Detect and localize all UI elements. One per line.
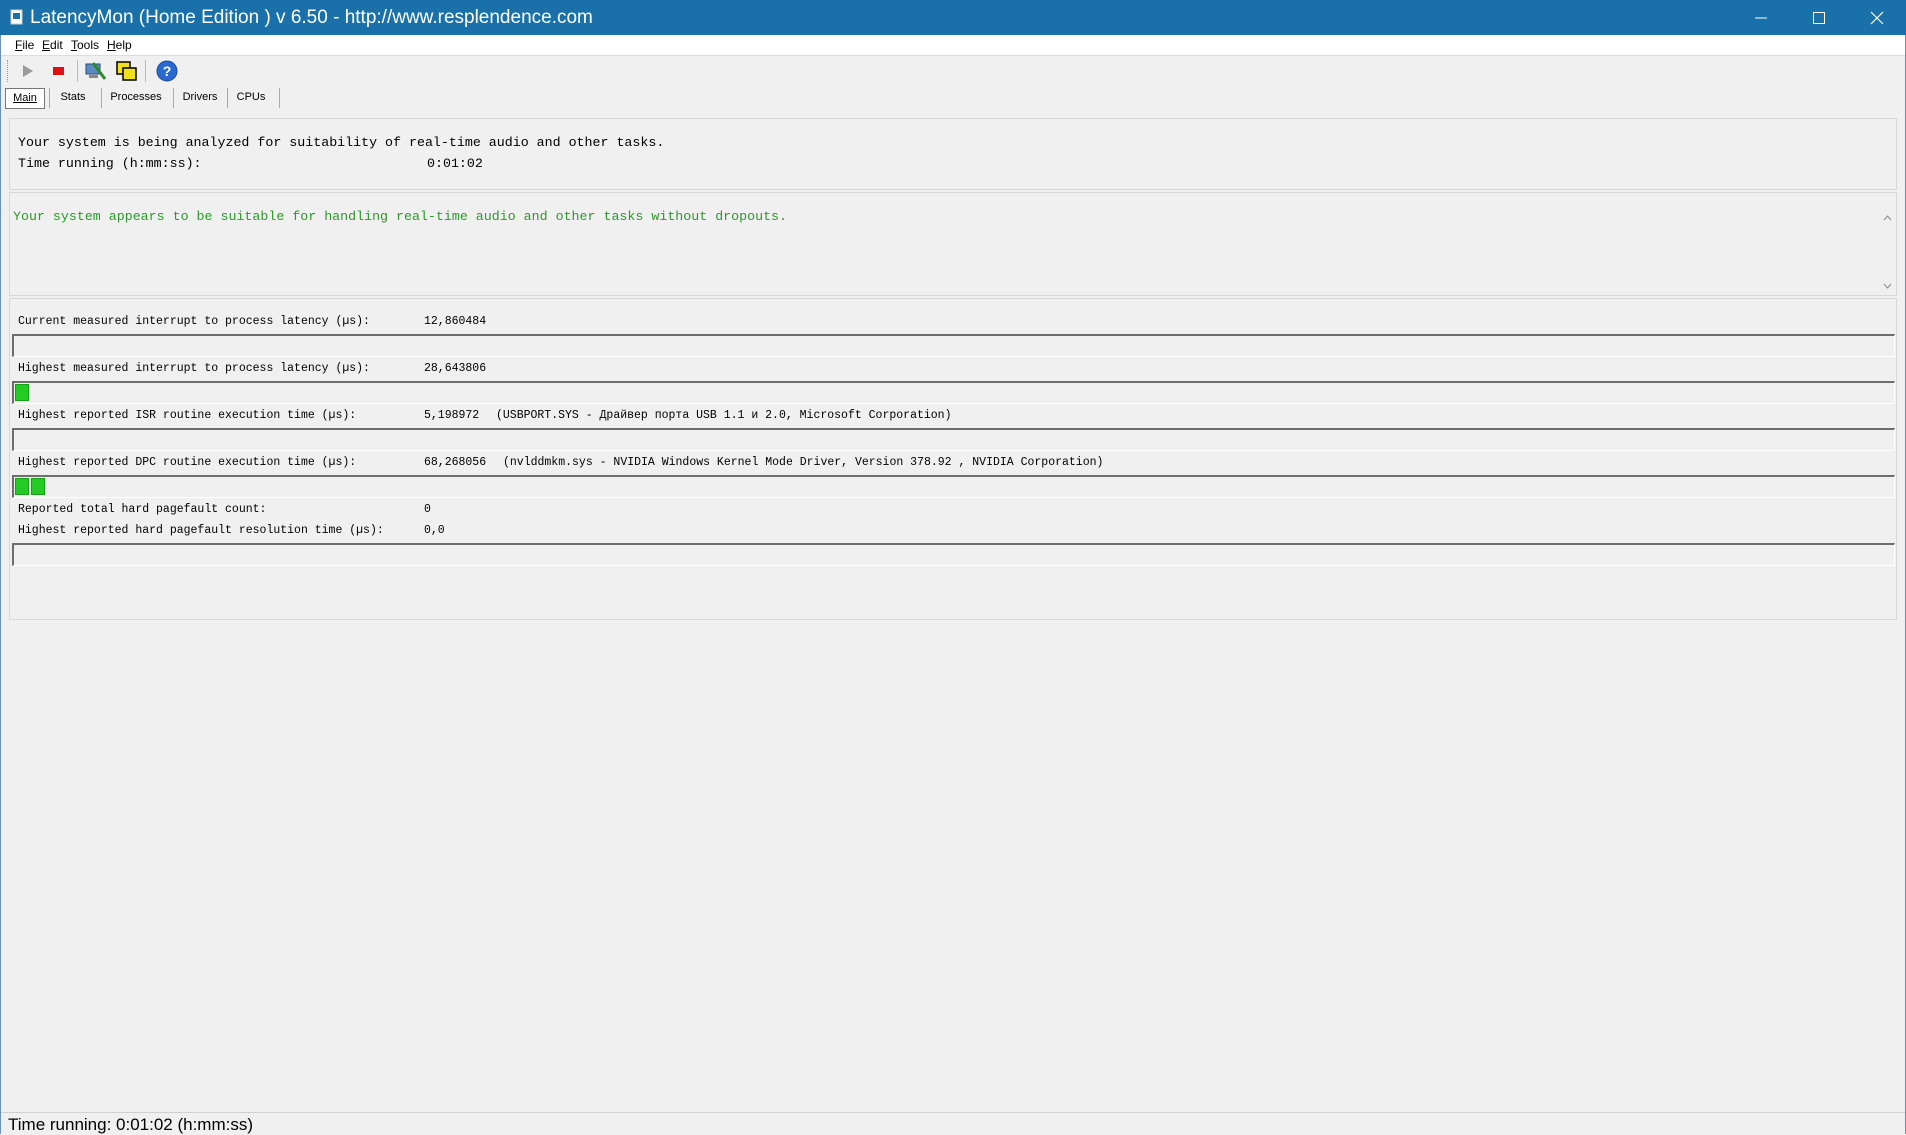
verdict-panel: Your system appears to be suitable for h… bbox=[9, 192, 1897, 296]
menu-edit[interactable]: Edit bbox=[42, 37, 63, 53]
tab-separator bbox=[101, 88, 102, 108]
stop-button[interactable] bbox=[47, 59, 71, 83]
tab-separator bbox=[279, 88, 280, 108]
tab-drivers-label: Drivers bbox=[182, 91, 218, 103]
minimize-button[interactable] bbox=[1732, 0, 1790, 35]
window-title: LatencyMon (Home Edition ) v 6.50 - http… bbox=[30, 7, 593, 28]
app-icon bbox=[10, 9, 23, 25]
tab-main[interactable]: Main bbox=[5, 88, 45, 109]
menu-file[interactable]: File bbox=[15, 37, 34, 53]
isr-value: 5,198972 bbox=[424, 409, 480, 422]
dpc-detail: (nvlddmkm.sys - NVIDIA Windows Kernel Mo… bbox=[503, 456, 1104, 469]
bar-segment bbox=[31, 478, 45, 495]
toolbar-separator bbox=[145, 60, 146, 82]
bar-segment bbox=[15, 478, 29, 495]
toolbar: ? bbox=[1, 56, 1905, 86]
toolbar-separator bbox=[77, 60, 78, 82]
analysis-line: Your system is being analyzed for suitab… bbox=[18, 135, 665, 150]
scroll-down-icon[interactable] bbox=[1883, 283, 1892, 289]
maximize-button[interactable] bbox=[1790, 0, 1848, 35]
pagefault-count-label: Reported total hard pagefault count: bbox=[18, 503, 267, 516]
play-icon bbox=[23, 65, 33, 77]
verdict-scrollbar[interactable] bbox=[1879, 193, 1896, 295]
tab-separator bbox=[49, 88, 50, 108]
tab-main-label: Main bbox=[13, 92, 37, 104]
tab-strip: Main Stats Processes Drivers CPUs bbox=[1, 86, 1905, 110]
pagefault-bar bbox=[12, 543, 1895, 566]
dpc-value: 68,268056 bbox=[424, 456, 487, 469]
highest-latency-bar-fill bbox=[15, 384, 31, 401]
dpc-bar-fill bbox=[15, 478, 47, 495]
status-text: Time running: 0:01:02 (h:mm:ss) bbox=[8, 1115, 254, 1134]
menu-help[interactable]: Help bbox=[107, 37, 132, 53]
status-bar: Time running: 0:01:02 (h:mm:ss) bbox=[1, 1112, 1905, 1134]
window-button[interactable] bbox=[115, 59, 139, 83]
tab-cpus[interactable]: CPUs bbox=[231, 88, 271, 107]
menu-edit-rest: dit bbox=[50, 38, 63, 52]
current-latency-value: 12,860484 bbox=[424, 315, 487, 328]
tab-stats-label: Stats bbox=[60, 91, 86, 103]
pagefault-count-value: 0 bbox=[424, 503, 431, 516]
menu-tools-rest: ools bbox=[77, 38, 100, 52]
menu-edit-mnemonic: E bbox=[42, 38, 51, 52]
isr-label: Highest reported ISR routine execution t… bbox=[18, 409, 357, 422]
pagefault-time-label: Highest reported hard pagefault resoluti… bbox=[18, 524, 384, 537]
windows-icon bbox=[116, 61, 137, 81]
tab-stats[interactable]: Stats bbox=[53, 88, 93, 107]
close-icon bbox=[1870, 11, 1884, 25]
analysis-panel: Your system is being analyzed for suitab… bbox=[9, 118, 1897, 190]
start-button[interactable] bbox=[15, 59, 39, 83]
menu-bar: File Edit Tools Help bbox=[1, 35, 1905, 56]
menu-file-rest: ile bbox=[22, 38, 35, 52]
svg-text:?: ? bbox=[163, 63, 172, 79]
stop-icon bbox=[53, 67, 64, 75]
tab-cpus-label: CPUs bbox=[236, 91, 266, 103]
maximize-icon bbox=[1813, 12, 1825, 24]
current-latency-label: Current measured interrupt to process la… bbox=[18, 315, 370, 328]
minimize-icon bbox=[1755, 17, 1767, 19]
isr-detail: (USBPORT.SYS - Драйвер порта USB 1.1 и 2… bbox=[496, 409, 952, 422]
isr-bar bbox=[12, 428, 1895, 451]
toolbar-grip[interactable] bbox=[7, 60, 10, 82]
tab-separator bbox=[173, 88, 174, 108]
bar-segment bbox=[15, 384, 29, 401]
help-icon: ? bbox=[156, 60, 178, 82]
tab-drivers[interactable]: Drivers bbox=[177, 88, 223, 107]
time-running-label: Time running (h:mm:ss): bbox=[18, 156, 202, 171]
dpc-label: Highest reported DPC routine execution t… bbox=[18, 456, 357, 469]
highest-latency-label: Highest measured interrupt to process la… bbox=[18, 362, 370, 375]
tab-processes-label: Processes bbox=[110, 91, 162, 103]
close-button[interactable] bbox=[1848, 0, 1906, 35]
pagefault-time-value: 0,0 bbox=[424, 524, 445, 537]
dpc-bar bbox=[12, 475, 1895, 498]
menu-help-mnemonic: H bbox=[107, 38, 116, 52]
report-button[interactable] bbox=[83, 59, 107, 83]
computer-tool-icon bbox=[85, 62, 107, 80]
tab-separator bbox=[227, 88, 228, 108]
title-bar: LatencyMon (Home Edition ) v 6.50 - http… bbox=[0, 0, 1906, 35]
verdict-message: Your system appears to be suitable for h… bbox=[13, 209, 788, 224]
menu-help-rest: elp bbox=[115, 38, 132, 52]
scroll-up-icon[interactable] bbox=[1883, 215, 1892, 221]
menu-tools[interactable]: Tools bbox=[71, 37, 99, 53]
highest-latency-bar bbox=[12, 381, 1895, 404]
tab-processes[interactable]: Processes bbox=[105, 88, 167, 107]
time-running-value: 0:01:02 bbox=[427, 156, 483, 171]
highest-latency-value: 28,643806 bbox=[424, 362, 487, 375]
current-latency-bar bbox=[12, 334, 1895, 357]
help-button[interactable]: ? bbox=[155, 59, 179, 83]
